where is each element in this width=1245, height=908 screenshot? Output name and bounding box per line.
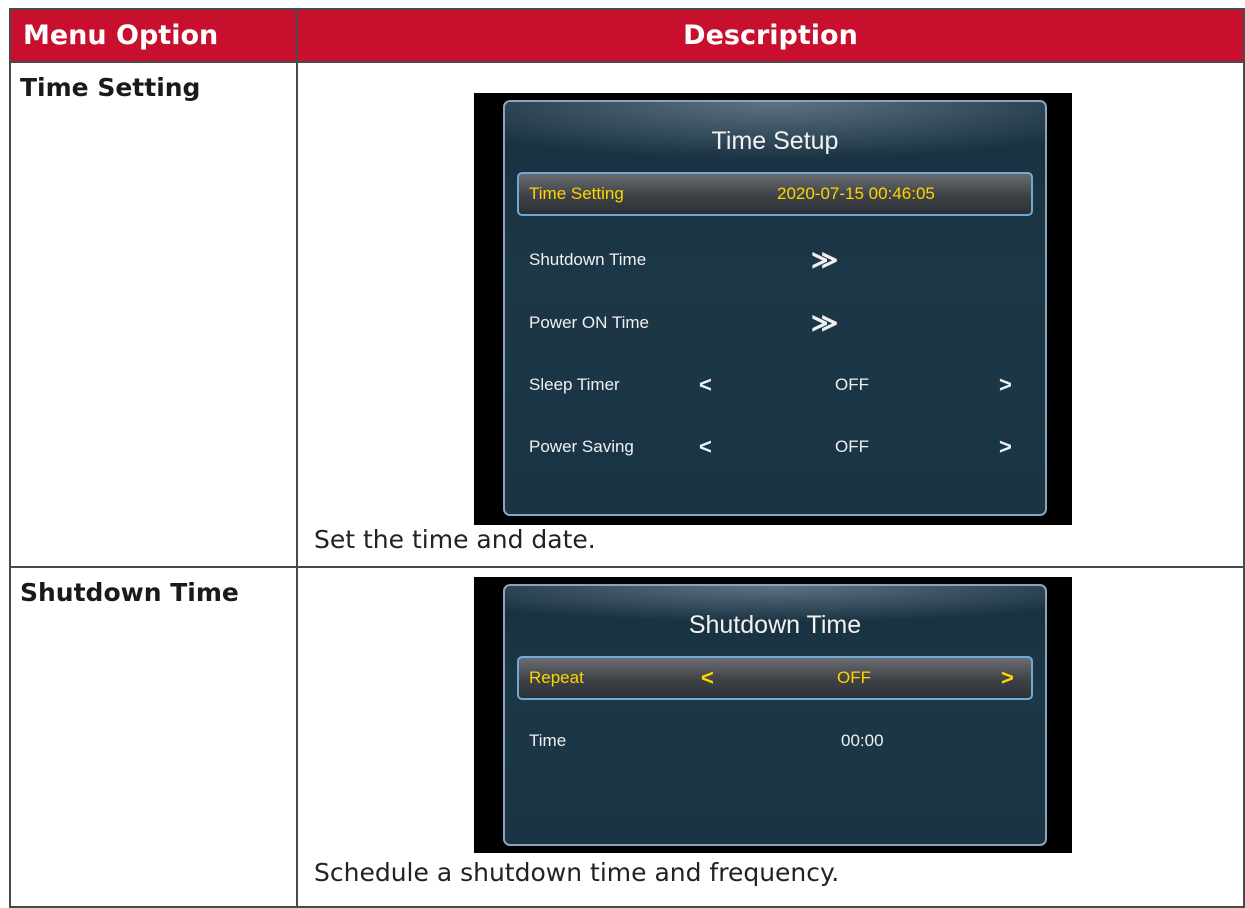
double-chevron-right-icon: ≫	[811, 307, 839, 338]
double-chevron-right-icon: ≫	[811, 244, 839, 275]
osd-item-power-saving: Power Saving < OFF >	[505, 426, 1045, 468]
osd-item-time: Time 00:00	[505, 720, 1045, 762]
chevron-left-icon: <	[701, 665, 714, 690]
menu-option-shutdown-time: Shutdown Time	[9, 566, 298, 908]
osd-item-sleep-timer: Sleep Timer < OFF >	[505, 364, 1045, 406]
chevron-left-icon: <	[699, 372, 712, 397]
osd-item-power-on-time: Power ON Time ≫	[505, 302, 1045, 344]
osd-item-value: 00:00	[841, 731, 884, 750]
chevron-left-icon: <	[699, 434, 712, 459]
table-row: Time Setting Time Setup Time Setting 202…	[9, 61, 1245, 568]
description-cell: Time Setup Time Setting 2020-07-15 00:46…	[296, 61, 1245, 568]
description-text: Set the time and date.	[314, 525, 596, 554]
osd-item-repeat: Repeat < OFF >	[517, 656, 1033, 700]
osd-item-label: Time Setting	[529, 184, 624, 203]
osd-item-label: Power ON Time	[529, 313, 649, 332]
osd-panel: Shutdown Time Repeat < OFF > Time 00:00	[503, 584, 1047, 846]
osd-title: Time Setup	[711, 127, 839, 155]
osd-item-label: Power Saving	[529, 437, 634, 456]
chevron-right-icon: >	[999, 434, 1012, 459]
osd-title: Shutdown Time	[688, 611, 862, 639]
table-header-row: Menu Option Description	[9, 8, 1245, 63]
description-cell: Shutdown Time Repeat < OFF > Time 00:00 …	[296, 566, 1245, 908]
menu-option-header: Menu Option	[9, 8, 298, 63]
osd-item-label: Sleep Timer	[529, 375, 620, 394]
table-row: Shutdown Time Shutdown Time Repeat < OFF…	[9, 566, 1245, 908]
menu-options-table: Menu Option Description Time Setting Tim…	[9, 8, 1245, 908]
description-header: Description	[296, 8, 1245, 63]
description-text: Schedule a shutdown time and frequency.	[314, 858, 840, 887]
osd-item-label: Time	[529, 731, 567, 750]
osd-item-value: OFF	[837, 668, 871, 687]
menu-option-time-setting: Time Setting	[9, 61, 298, 568]
time-setup-screenshot: Time Setup Time Setting 2020-07-15 00:46…	[474, 93, 1072, 525]
osd-item-time-setting: Time Setting 2020-07-15 00:46:05	[517, 172, 1033, 216]
osd-item-value: OFF	[835, 437, 869, 456]
chevron-right-icon: >	[1001, 665, 1014, 690]
osd-panel: Time Setup Time Setting 2020-07-15 00:46…	[503, 100, 1047, 516]
chevron-right-icon: >	[999, 372, 1012, 397]
osd-item-shutdown-time: Shutdown Time ≫	[505, 239, 1045, 281]
osd-item-value: OFF	[835, 375, 869, 394]
osd-item-value: 2020-07-15 00:46:05	[777, 184, 935, 203]
osd-item-label: Shutdown Time	[529, 250, 647, 269]
osd-item-label: Repeat	[529, 668, 584, 687]
shutdown-time-screenshot: Shutdown Time Repeat < OFF > Time 00:00	[474, 577, 1072, 853]
